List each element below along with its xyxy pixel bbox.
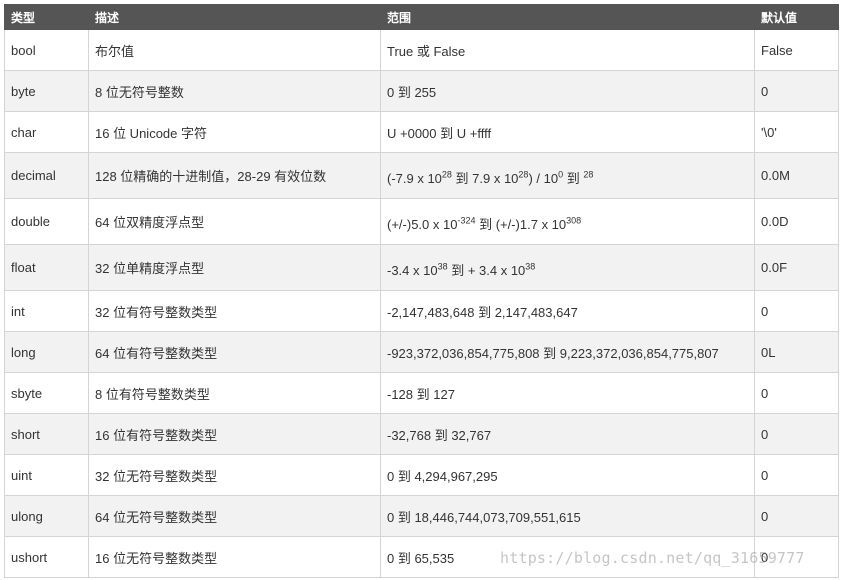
cell-range: 0 到 65,535: [380, 536, 755, 578]
table-row: ushort 16 位无符号整数类型 0 到 65,535 0: [4, 536, 839, 578]
cell-default: 0: [754, 70, 839, 112]
cell-range: 0 到 255: [380, 70, 755, 112]
cell-description: 32 位有符号整数类型: [88, 290, 381, 332]
range-text: 到 (+/-)1.7 x 10: [475, 217, 567, 232]
range-exponent: -324: [457, 215, 476, 226]
cell-type: short: [4, 413, 89, 455]
cell-type: bool: [4, 29, 89, 71]
range-exponent: 308: [566, 215, 582, 226]
cell-range: -923,372,036,854,775,808 到 9,223,372,036…: [380, 331, 755, 373]
cell-type: byte: [4, 70, 89, 112]
cell-default: False: [754, 29, 839, 71]
cell-description: 64 位无符号整数类型: [88, 495, 381, 537]
range-exponent: 28: [583, 169, 594, 180]
header-default: 默认值: [754, 4, 839, 30]
table-row: sbyte 8 位有符号整数类型 -128 到 127 0: [4, 372, 839, 414]
cell-description: 64 位双精度浮点型: [88, 198, 381, 245]
cell-type: uint: [4, 454, 89, 496]
cell-type: char: [4, 111, 89, 153]
table-row: ulong 64 位无符号整数类型 0 到 18,446,744,073,709,5…: [4, 495, 839, 537]
table-row: bool 布尔值 True 或 False False: [4, 29, 839, 71]
table-row: short 16 位有符号整数类型 -32,768 到 32,767 0: [4, 413, 839, 455]
cell-description: 16 位无符号整数类型: [88, 536, 381, 578]
cell-type: int: [4, 290, 89, 332]
cell-range: -32,768 到 32,767: [380, 413, 755, 455]
range-exponent: 28: [518, 169, 529, 180]
range-expression: (-7.9 x 1028 到 7.9 x 1028) / 100 到 28: [387, 164, 593, 187]
cell-range: U +0000 到 U +ffff: [380, 111, 755, 153]
cell-default: 0: [754, 413, 839, 455]
cell-type: decimal: [4, 152, 89, 199]
range-text: 到: [563, 171, 584, 186]
range-expression: (+/-)5.0 x 10-324 到 (+/-)1.7 x 10308: [387, 210, 581, 233]
cell-default: 0.0F: [754, 244, 839, 291]
cell-description: 16 位有符号整数类型: [88, 413, 381, 455]
cell-default: '\0': [754, 111, 839, 153]
cell-description: 128 位精确的十进制值，28-29 有效位数: [88, 152, 381, 199]
cell-range: (+/-)5.0 x 10-324 到 (+/-)1.7 x 10308: [380, 198, 755, 245]
range-exponent: 38: [525, 261, 536, 272]
cell-type: ushort: [4, 536, 89, 578]
cell-default: 0: [754, 290, 839, 332]
range-text: (+/-)5.0 x 10: [387, 217, 458, 232]
range-text: (-7.9 x 10: [387, 171, 442, 186]
range-exponent: 28: [441, 169, 452, 180]
cell-default: 0: [754, 536, 839, 578]
cell-description: 32 位无符号整数类型: [88, 454, 381, 496]
table-body: bool 布尔值 True 或 False False byte 8 位无符号整数 0 到 …: [4, 29, 839, 578]
cell-description: 布尔值: [88, 29, 381, 71]
cell-range: (-7.9 x 1028 到 7.9 x 1028) / 100 到 28: [380, 152, 755, 199]
table-row: byte 8 位无符号整数 0 到 255 0: [4, 70, 839, 112]
cell-range: -128 到 127: [380, 372, 755, 414]
table-row: long 64 位有符号整数类型 -923,372,036,854,775,808 …: [4, 331, 839, 373]
table-row: float 32 位单精度浮点型 -3.4 x 1038 到 + 3.4 x 103…: [4, 244, 839, 291]
data-type-table: 类型 描述 范围 默认值 bool 布尔值 True 或 False False byt…: [4, 4, 839, 578]
cell-type: double: [4, 198, 89, 245]
range-text: ) / 10: [528, 171, 559, 186]
cell-type: float: [4, 244, 89, 291]
cell-type: long: [4, 331, 89, 373]
table-row: decimal 128 位精确的十进制值，28-29 有效位数 (-7.9 x 10…: [4, 152, 839, 199]
range-expression: -3.4 x 1038 到 + 3.4 x 1038: [387, 256, 535, 279]
cell-description: 8 位有符号整数类型: [88, 372, 381, 414]
cell-default: 0: [754, 495, 839, 537]
cell-range: 0 到 4,294,967,295: [380, 454, 755, 496]
cell-range: -3.4 x 1038 到 + 3.4 x 1038: [380, 244, 755, 291]
cell-default: 0: [754, 454, 839, 496]
table-row: char 16 位 Unicode 字符 U +0000 到 U +ffff '\0': [4, 111, 839, 153]
cell-default: 0.0M: [754, 152, 839, 199]
range-text: 到 7.9 x 10: [451, 171, 519, 186]
cell-description: 32 位单精度浮点型: [88, 244, 381, 291]
cell-description: 64 位有符号整数类型: [88, 331, 381, 373]
cell-range: True 或 False: [380, 29, 755, 71]
cell-default: 0: [754, 372, 839, 414]
cell-type: ulong: [4, 495, 89, 537]
cell-default: 0.0D: [754, 198, 839, 245]
cell-range: 0 到 18,446,744,073,709,551,615: [380, 495, 755, 537]
header-description: 描述: [88, 4, 381, 30]
table-row: int 32 位有符号整数类型 -2,147,483,648 到 2,147,483…: [4, 290, 839, 332]
cell-range: -2,147,483,648 到 2,147,483,647: [380, 290, 755, 332]
cell-default: 0L: [754, 331, 839, 373]
table-row: uint 32 位无符号整数类型 0 到 4,294,967,295 0: [4, 454, 839, 496]
cell-type: sbyte: [4, 372, 89, 414]
table-header-row: 类型 描述 范围 默认值: [4, 4, 839, 30]
range-exponent: 38: [437, 261, 448, 272]
cell-description: 16 位 Unicode 字符: [88, 111, 381, 153]
header-range: 范围: [380, 4, 755, 30]
range-text: -3.4 x 10: [387, 263, 438, 278]
table-row: double 64 位双精度浮点型 (+/-)5.0 x 10-324 到 (+/-…: [4, 198, 839, 245]
cell-description: 8 位无符号整数: [88, 70, 381, 112]
header-type: 类型: [4, 4, 89, 30]
data-type-table-container: 类型 描述 范围 默认值 bool 布尔值 True 或 False False byt…: [4, 4, 839, 578]
range-text: 到 + 3.4 x 10: [447, 263, 526, 278]
